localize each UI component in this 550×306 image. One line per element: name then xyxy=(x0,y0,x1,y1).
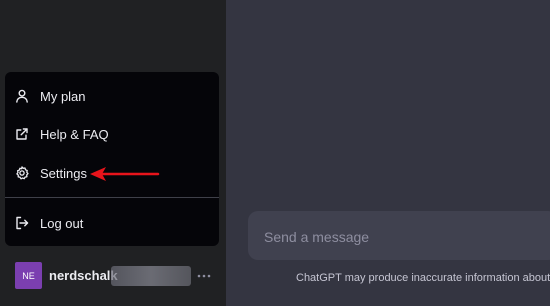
user-icon xyxy=(14,88,30,104)
red-arrow-icon xyxy=(90,167,160,181)
menu-item-label: Settings xyxy=(40,165,87,181)
logout-icon xyxy=(14,215,30,231)
menu-item-log-out[interactable]: Log out xyxy=(5,205,219,241)
user-profile-button[interactable]: NE nerdschalk xyxy=(5,256,219,296)
menu-item-my-plan[interactable]: My plan xyxy=(5,78,219,114)
more-options-icon[interactable] xyxy=(193,265,215,287)
disclaimer-text: ChatGPT may produce inaccurate informati… xyxy=(296,272,550,284)
menu-item-label: Log out xyxy=(40,215,84,231)
username: nerdschalk xyxy=(49,268,118,283)
menu-item-help-faq[interactable]: Help & FAQ xyxy=(5,116,219,152)
menu-item-label: My plan xyxy=(40,88,86,104)
menu-divider xyxy=(5,197,219,198)
redacted-email-blur xyxy=(111,266,191,286)
account-menu: My plan Help & FAQ Settings Log out xyxy=(5,72,219,246)
avatar: NE xyxy=(15,262,42,289)
sidebar: My plan Help & FAQ Settings Log out NE n… xyxy=(0,0,226,306)
gear-icon xyxy=(14,165,30,181)
menu-item-label: Help & FAQ xyxy=(40,126,109,142)
message-composer xyxy=(248,211,550,260)
external-link-icon xyxy=(14,126,30,142)
message-input[interactable] xyxy=(262,225,546,249)
